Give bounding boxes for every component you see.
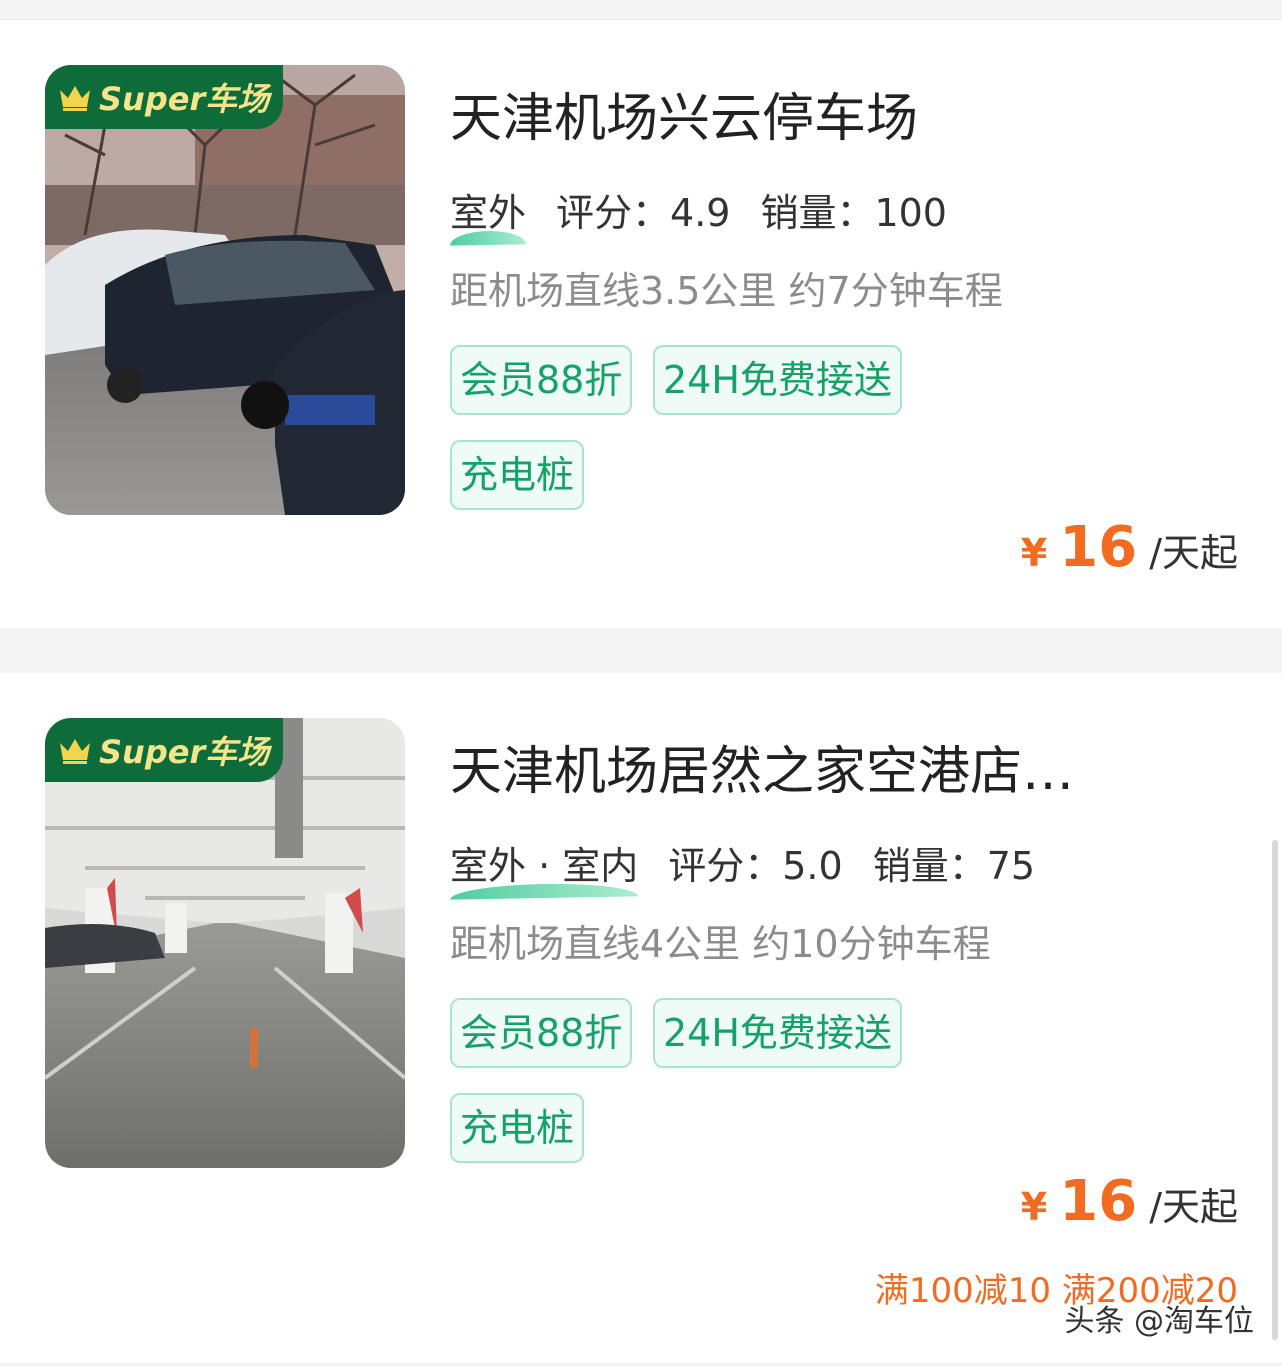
indoor-parking-garage-image: [45, 718, 405, 1168]
lot-meta-row: 室外 · 室内 评分：5.0 销量：75: [449, 835, 1065, 900]
listing-page: Super车场 天津机场兴云停车场 室外 评分：4.9 销量：100 距机场直线…: [0, 0, 1282, 1366]
distance-text: 距机场直线3.5公里 约7分钟车程: [450, 269, 1003, 313]
lot-type-label: 室外 · 室内: [450, 844, 639, 888]
currency-symbol: ¥: [1020, 1185, 1048, 1229]
parking-photo[interactable]: Super车场: [45, 718, 405, 1168]
crown-icon: [60, 86, 90, 111]
price-unit: /天起: [1149, 531, 1238, 575]
watermark-text: 头条 @淘车位: [1064, 1304, 1254, 1339]
tag-charging: 充电桩: [450, 440, 585, 510]
lot-title[interactable]: 天津机场兴云停车场: [450, 76, 918, 151]
rating-text: 评分：5.0: [668, 844, 843, 888]
badge-label: Super车场: [99, 733, 270, 771]
price-value: 16: [1059, 1169, 1138, 1234]
lot-type-tag: 室外: [449, 182, 527, 246]
lot-title[interactable]: 天津机场居然之家空港店…: [450, 729, 1074, 804]
parking-listing-card[interactable]: Super车场 天津机场居然之家空港店… 室外 · 室内 评分：5.0 销量：7…: [0, 673, 1282, 1363]
lot-type-tag: 室外 · 室内: [449, 835, 639, 900]
parking-listing-card[interactable]: Super车场 天津机场兴云停车场 室外 评分：4.9 销量：100 距机场直线…: [0, 20, 1282, 628]
parking-photo[interactable]: Super车场: [45, 65, 405, 515]
sales-text: 销量：75: [872, 844, 1036, 888]
scrollbar[interactable]: [1272, 840, 1278, 1340]
sales-text: 销量：100: [760, 191, 947, 235]
price-value: 16: [1059, 515, 1138, 580]
tag-charging: 充电桩: [450, 1093, 585, 1163]
super-lot-badge: Super车场: [45, 65, 283, 129]
lot-meta-row: 室外 评分：4.9 销量：100: [449, 182, 977, 246]
super-lot-badge: Super车场: [45, 718, 283, 782]
distance-text: 距机场直线4公里 约10分钟车程: [450, 922, 991, 966]
lot-type-label: 室外: [450, 191, 527, 235]
tag-member-discount: 会员88折: [450, 998, 633, 1068]
rating-text: 评分：4.9: [556, 191, 731, 235]
price-unit: /天起: [1149, 1185, 1238, 1229]
price: ¥ 16 /天起: [1021, 1169, 1238, 1234]
price: ¥ 16 /天起: [1021, 515, 1238, 580]
tag-free-shuttle: 24H免费接送: [653, 345, 902, 415]
tag-free-shuttle: 24H免费接送: [653, 998, 902, 1068]
badge-label: Super车场: [99, 80, 270, 118]
tag-member-discount: 会员88折: [450, 345, 633, 415]
top-divider: [0, 0, 1282, 20]
outdoor-parking-lot-image: [45, 65, 405, 515]
currency-symbol: ¥: [1020, 531, 1048, 575]
crown-icon: [60, 739, 90, 764]
